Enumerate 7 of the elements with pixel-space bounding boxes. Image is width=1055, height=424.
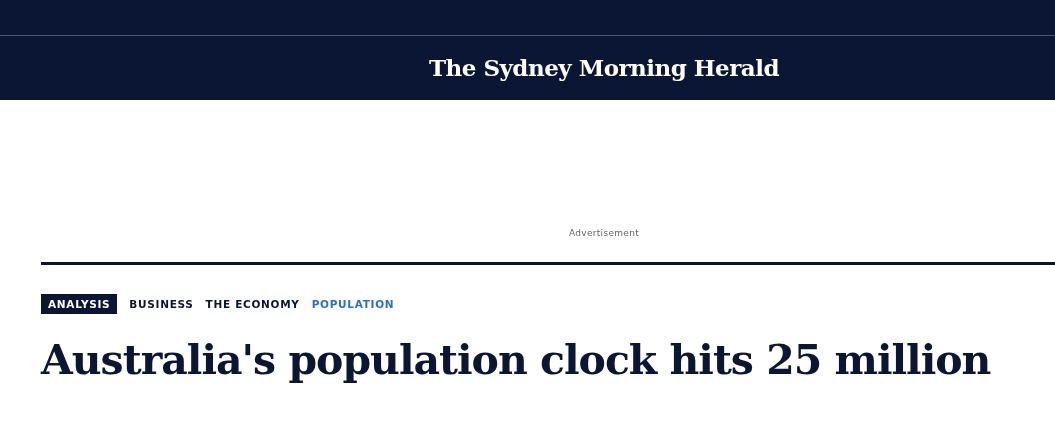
section-link[interactable]: POPULATION: [311, 298, 395, 310]
headline: Australia's population clock hits 25 million: [41, 336, 992, 386]
section-link[interactable]: BUSINESS: [129, 298, 194, 310]
advertisement-label: Advertisement: [569, 228, 639, 238]
masthead-logo[interactable]: The Sydney Morning Herald: [428, 53, 780, 81]
section-link[interactable]: THE ECONOMY: [205, 298, 300, 310]
article-label[interactable]: ANALYSIS: [41, 294, 118, 314]
